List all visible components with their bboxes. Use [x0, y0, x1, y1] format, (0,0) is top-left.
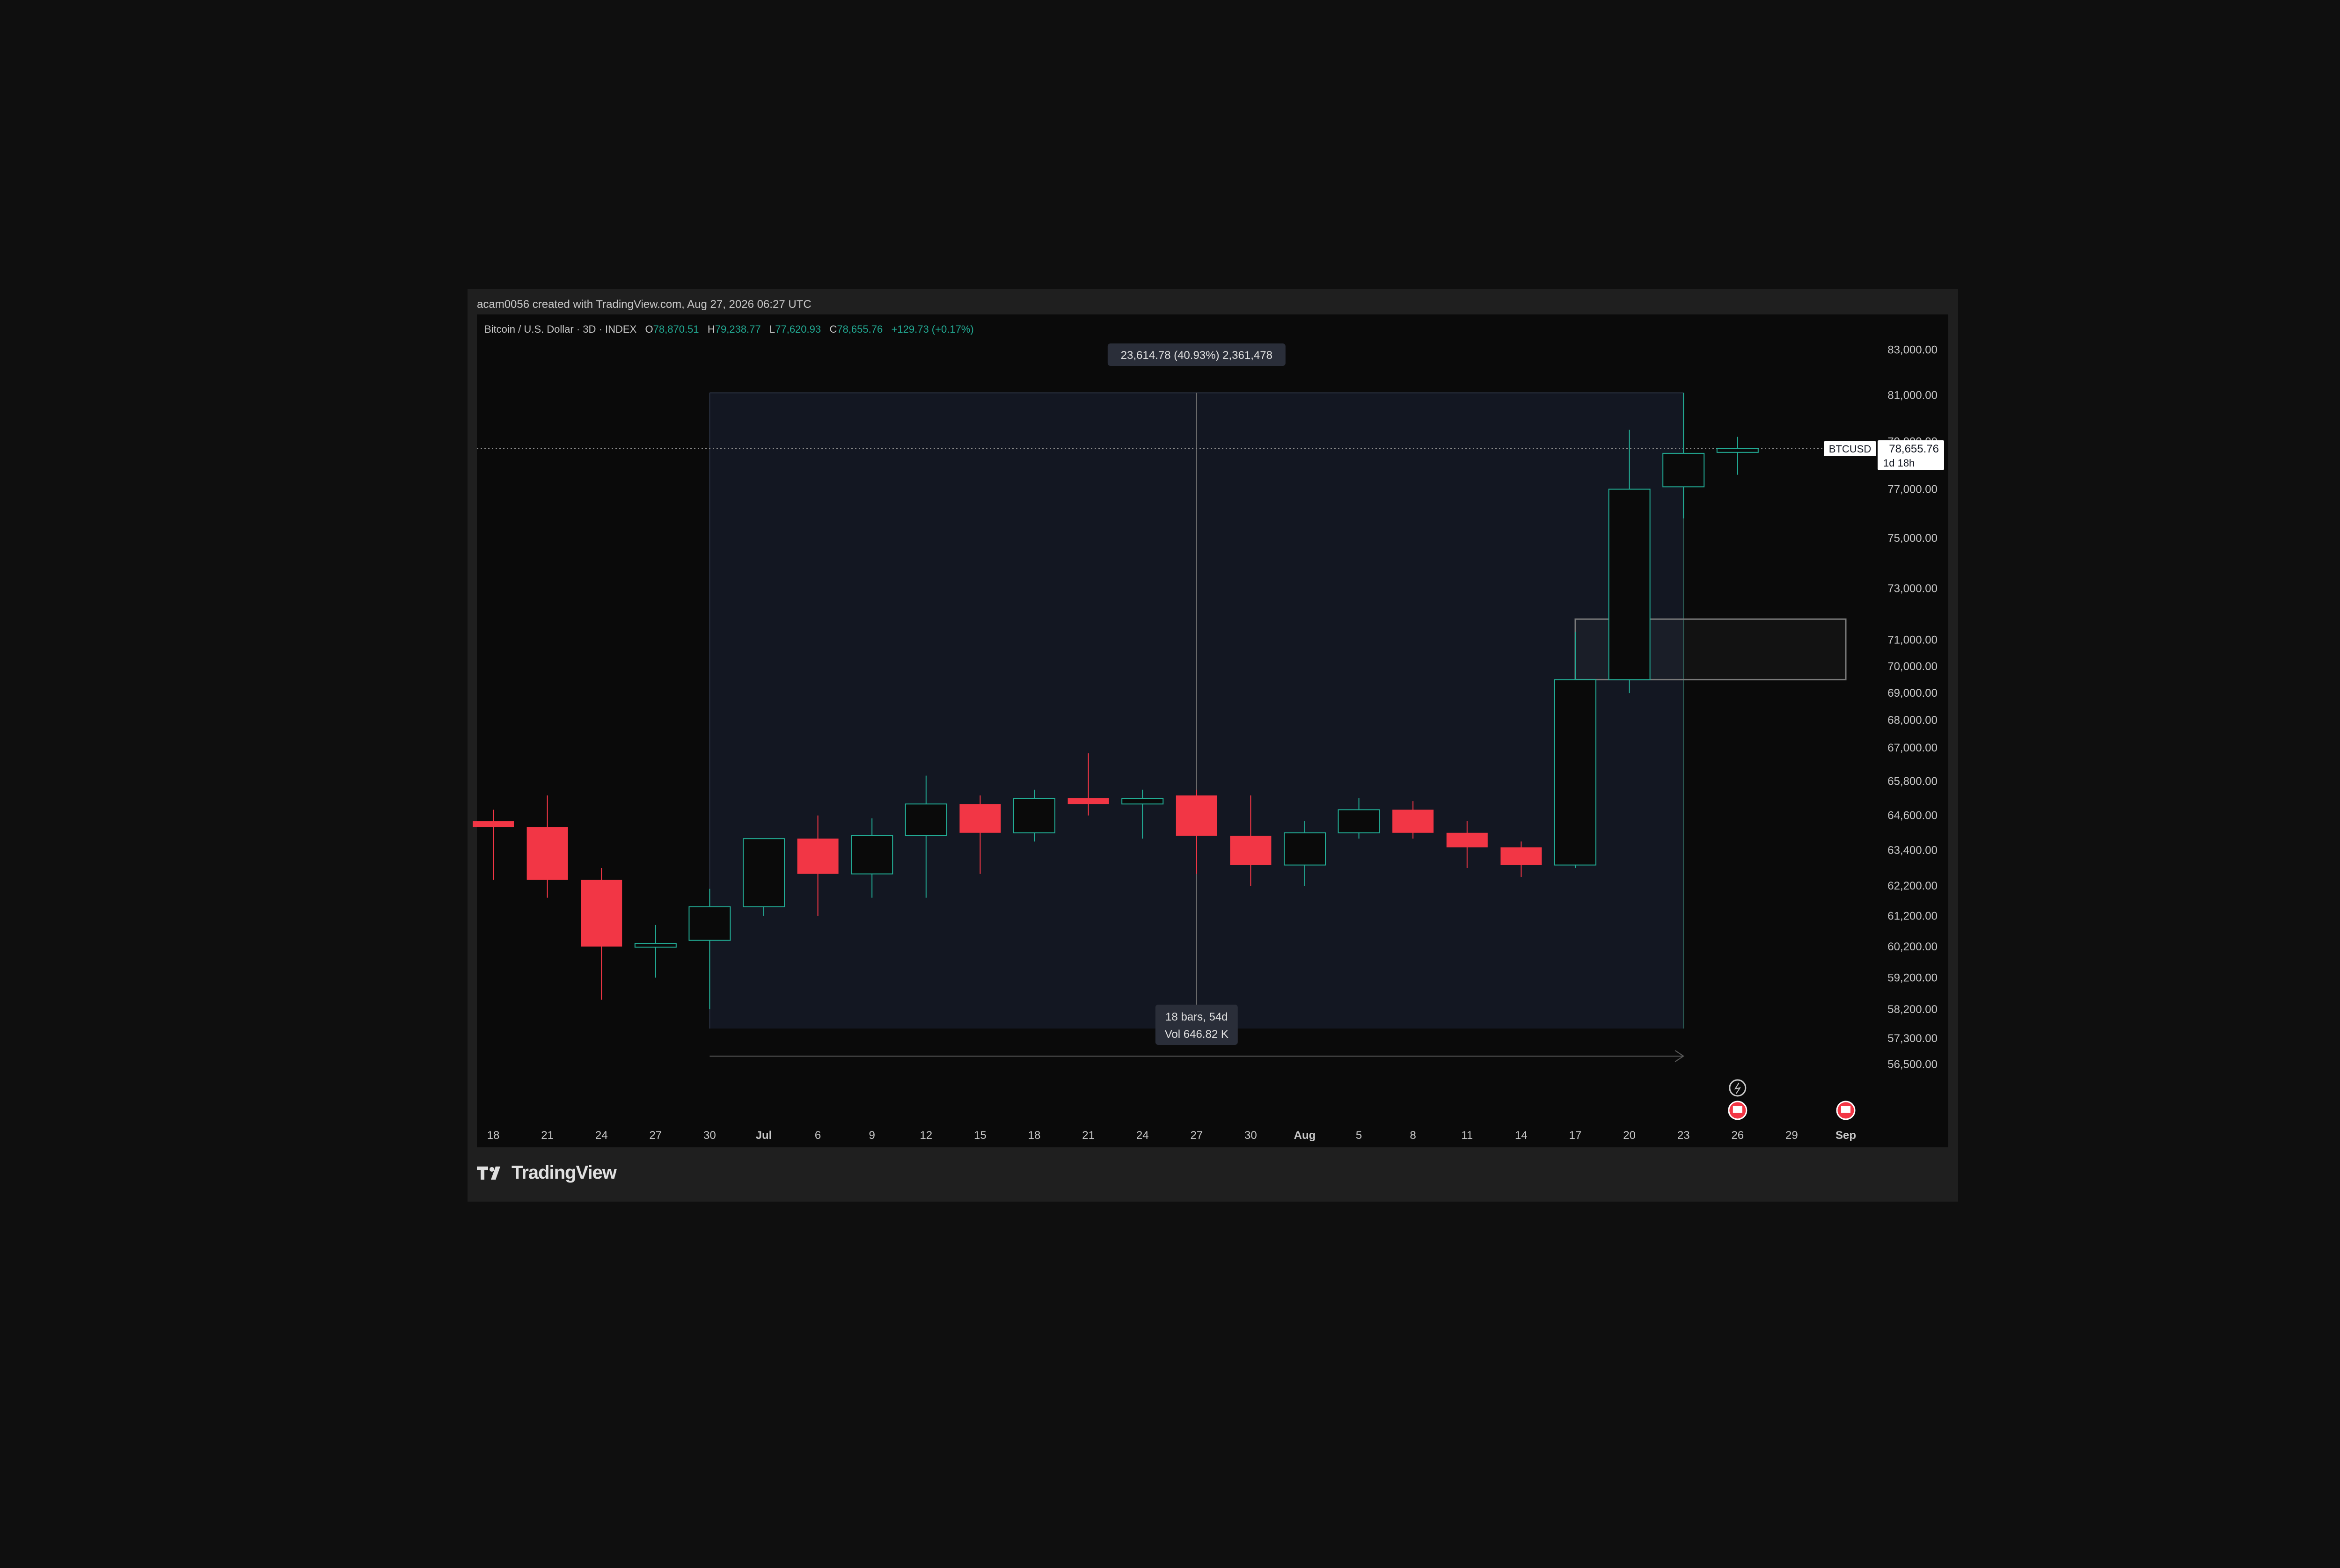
close-label: C [829, 323, 837, 335]
x-tick-label: Aug [1294, 1129, 1316, 1142]
x-tick-label: 20 [1623, 1129, 1636, 1142]
earnings-flag-icon-glyph [1733, 1106, 1742, 1113]
y-tick-label: 65,800.00 [1887, 775, 1938, 788]
y-tick-label: 83,000.00 [1887, 344, 1938, 357]
candle [581, 868, 622, 1000]
x-tick-label: Sep [1835, 1129, 1856, 1142]
y-tick-label: 64,600.00 [1887, 810, 1938, 822]
x-tick-label: 29 [1785, 1129, 1798, 1142]
x-tick-label: 27 [1190, 1129, 1203, 1142]
y-tick-label: 69,000.00 [1887, 687, 1938, 700]
candle [473, 810, 514, 880]
change-value: +129.73 (+0.17%) [891, 323, 974, 335]
earnings-flag-icon-glyph [1841, 1106, 1850, 1113]
y-tick-label: 60,200.00 [1887, 941, 1938, 953]
x-tick-label: 18 [1028, 1129, 1041, 1142]
candle [526, 795, 568, 898]
low-value: 77,620.93 [775, 323, 821, 335]
candle-body [526, 827, 568, 880]
candle [1716, 437, 1759, 475]
candle-body [1121, 798, 1164, 805]
candle-body [1230, 835, 1272, 865]
y-tick-label: 71,000.00 [1887, 634, 1938, 647]
x-tick-label: Jul [756, 1129, 772, 1142]
candle-body [1554, 679, 1596, 866]
y-tick-label: 70,000.00 [1887, 660, 1938, 673]
y-tick-label: 68,000.00 [1887, 714, 1938, 727]
candle-body [851, 835, 893, 875]
tradingview-brand: TradingView [512, 1162, 617, 1183]
candlestick-chart[interactable]: 83,000.0081,000.0079,000.0077,000.0075,0… [0, 0, 2340, 1568]
low-label: L [769, 323, 775, 335]
candle-body [797, 839, 839, 874]
candle-body [1662, 452, 1705, 488]
price-badge-value: 78,655.76 [1889, 443, 1939, 455]
candle-body [1392, 810, 1434, 833]
candle-body [1284, 832, 1326, 866]
high-value: 79,238.77 [715, 323, 761, 335]
open-label: O [645, 323, 653, 335]
x-tick-label: 6 [815, 1129, 821, 1142]
volume-label-text: Vol 646.82 K [1165, 1028, 1228, 1041]
x-tick-label: 8 [1410, 1129, 1416, 1142]
y-tick-label: 63,400.00 [1887, 844, 1938, 857]
x-tick-label: 12 [920, 1129, 932, 1142]
candle-body [1716, 448, 1759, 453]
x-tick-label: 18 [487, 1129, 500, 1142]
candle-body [473, 821, 514, 827]
y-tick-label: 67,000.00 [1887, 742, 1938, 754]
y-tick-label: 56,500.00 [1887, 1058, 1938, 1071]
y-tick-label: 73,000.00 [1887, 582, 1938, 595]
x-tick-label: 24 [595, 1129, 608, 1142]
x-tick-label: 14 [1515, 1129, 1528, 1142]
candle-body [1176, 795, 1217, 836]
x-tick-label: 11 [1461, 1129, 1473, 1142]
x-tick-label: 30 [1244, 1129, 1257, 1142]
y-tick-label: 77,000.00 [1887, 483, 1938, 496]
y-tick-label: 58,200.00 [1887, 1003, 1938, 1016]
open-value: 78,870.51 [653, 323, 699, 335]
candle-body [1068, 798, 1109, 804]
candle [634, 925, 677, 978]
x-tick-label: 15 [974, 1129, 987, 1142]
x-tick-label: 17 [1569, 1129, 1582, 1142]
high-label: H [707, 323, 715, 335]
symbol-tag-label: BTCUSD [1829, 443, 1871, 455]
candle-body [1608, 489, 1651, 680]
y-tick-label: 75,000.00 [1887, 532, 1938, 545]
y-tick-label: 61,200.00 [1887, 910, 1938, 922]
x-tick-label: 23 [1677, 1129, 1690, 1142]
close-value: 78,655.76 [837, 323, 883, 335]
x-tick-label: 26 [1731, 1129, 1744, 1142]
ohlc-legend: Bitcoin / U.S. Dollar · 3D · INDEX O78,8… [484, 323, 974, 336]
change-label-text: 23,614.78 (40.93%) 2,361,478 [1121, 349, 1272, 362]
y-tick-label: 59,200.00 [1887, 971, 1938, 984]
x-tick-label: 9 [869, 1129, 875, 1142]
candle-body [1500, 847, 1542, 865]
x-tick-label: 21 [541, 1129, 554, 1142]
candle [743, 838, 785, 916]
candle-body [1338, 809, 1380, 833]
x-tick-label: 30 [703, 1129, 716, 1142]
x-tick-label: 5 [1356, 1129, 1362, 1142]
y-tick-label: 57,300.00 [1887, 1032, 1938, 1045]
x-tick-label: 21 [1082, 1129, 1095, 1142]
candle-body [1013, 798, 1055, 833]
y-tick-label: 81,000.00 [1887, 389, 1938, 401]
x-tick-label: 27 [649, 1129, 662, 1142]
candle-body [688, 906, 731, 941]
candle-body [634, 943, 677, 948]
tradingview-footer[interactable]: TradingView [477, 1162, 617, 1183]
price-badge-countdown: 1d 18h [1883, 457, 1915, 469]
candle-body [905, 803, 947, 836]
candle-body [743, 838, 785, 907]
candle-body [959, 804, 1001, 833]
x-tick-label: 24 [1136, 1129, 1149, 1142]
candle-body [581, 880, 622, 947]
candle-body [1446, 832, 1488, 847]
y-tick-label: 62,200.00 [1887, 880, 1938, 892]
tradingview-logo-icon [477, 1166, 500, 1180]
bars-label-text: 18 bars, 54d [1165, 1011, 1228, 1023]
symbol-title[interactable]: Bitcoin / U.S. Dollar · 3D · INDEX [484, 323, 636, 335]
